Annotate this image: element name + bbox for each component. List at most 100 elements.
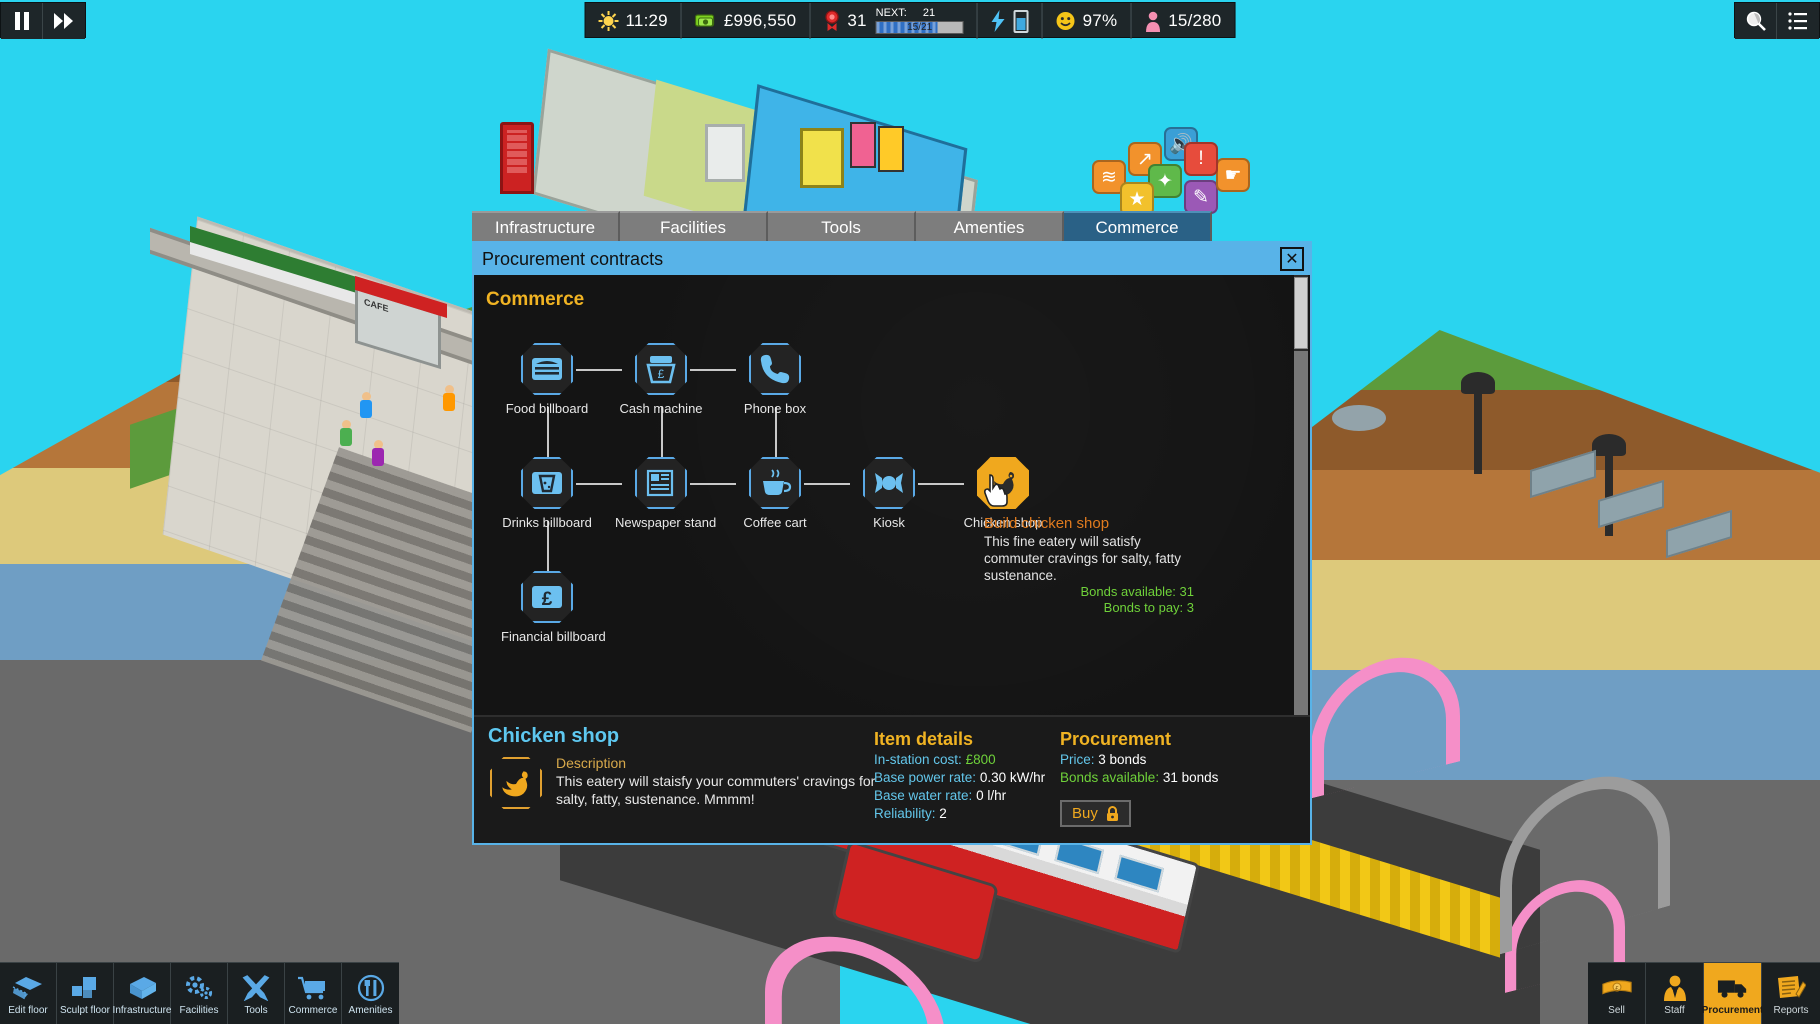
fast-forward-button[interactable] (43, 3, 85, 39)
toolbar-item-infrastructure[interactable]: Infrastructure (113, 963, 171, 1024)
scrollbar-thumb[interactable] (1294, 277, 1308, 349)
next-label: NEXT: (875, 7, 907, 19)
pedestrian (372, 440, 384, 466)
poster-object (878, 126, 904, 172)
chicken-icon (977, 457, 1029, 509)
block-icon (126, 973, 158, 1003)
search-icon (1746, 11, 1766, 31)
svg-text:£: £ (1615, 985, 1619, 992)
row-value: 0.30 kW/hr (979, 770, 1046, 785)
money-icon: £ (1601, 973, 1633, 1003)
node-label: Phone box (743, 401, 807, 416)
procurement-dialog: Infrastructure Facilities Tools Amenties… (472, 211, 1312, 845)
item-details-heading: Item details (874, 729, 974, 749)
tab-label: Amenties (953, 218, 1025, 237)
node-label: Food billboard (505, 401, 589, 416)
buy-button[interactable]: Buy (1060, 800, 1131, 827)
poster-object (850, 122, 876, 168)
procurement-column: Procurement Price: 3 bonds Bonds availab… (1060, 729, 1260, 827)
next-progress-bar: 15/21 (875, 21, 964, 34)
cash-icon (695, 14, 715, 27)
toolbar-item-procurement[interactable]: Procurement (1701, 963, 1764, 1024)
atm-icon: £ (635, 343, 687, 395)
node-coffee-cart[interactable]: Coffee cart (729, 457, 821, 530)
lightning-icon (991, 10, 1005, 32)
description-column: Description This eatery will staisfy you… (556, 755, 876, 808)
coffee-icon (749, 457, 801, 509)
toolbar-item-sculpt-floor[interactable]: Sculpt floor (57, 963, 114, 1024)
tab-tools[interactable]: Tools (768, 211, 916, 243)
smiley-icon (1056, 12, 1075, 30)
tooltip-title: Build chicken shop (984, 515, 1110, 532)
svg-text:£: £ (542, 589, 553, 610)
toolbar-label: Facilities (179, 1004, 219, 1016)
item-detail-row: In-station cost: £800 (874, 751, 1064, 768)
person-icon (1145, 11, 1160, 32)
node-financial-billboard[interactable]: £ Financial billboard (501, 571, 606, 644)
tooltip-body: This fine eatery will satisfy commuter c… (984, 534, 1182, 583)
row-key: Reliability: (874, 806, 936, 821)
row-key: In-station cost: (874, 752, 962, 767)
buy-button-label: Buy (1072, 805, 1098, 822)
item-tree-scroll-area: Commerce Food billboard £ Cash machine P… (474, 275, 1310, 715)
toolbar-item-sell[interactable]: £ Sell (1588, 963, 1646, 1024)
row-value: 3 bonds (1098, 752, 1147, 767)
next-progress-text: 15/21 (907, 22, 933, 33)
item-detail-row: Reliability: 2 (874, 805, 1064, 822)
tab-amenties[interactable]: Amenties (916, 211, 1064, 243)
passengers-stat: 15/280 (1131, 3, 1234, 39)
tab-commerce[interactable]: Commerce (1064, 211, 1212, 243)
row-key: Base water rate: (874, 788, 973, 803)
toolbar-label: Sculpt floor (59, 1004, 111, 1016)
tab-label: Facilities (659, 218, 727, 237)
toolbar-label: Amenities (348, 1004, 393, 1016)
tooltip-bonds-available: Bonds available: 31 (1080, 584, 1194, 599)
bottom-toolbar: Edit floor Sculpt floor Infrastructure F… (0, 962, 1820, 1024)
toolbar-item-reports[interactable]: Reports (1762, 963, 1820, 1024)
detail-item-name: Chicken shop (488, 725, 620, 747)
next-level-progress: NEXT: 21 15/21 (875, 3, 964, 39)
procurement-row: Bonds available: 31 bonds (1060, 769, 1260, 786)
tools-icon (240, 973, 272, 1003)
node-label: Financial billboard (501, 629, 606, 644)
toolbar-item-edit-floor[interactable]: Edit floor (0, 963, 57, 1024)
toolbar-label: Reports (1773, 1004, 1809, 1016)
toolbar-item-facilities[interactable]: Facilities (171, 963, 228, 1024)
dialog-tabs: Infrastructure Facilities Tools Amenties… (472, 211, 1212, 243)
menu-button[interactable] (1777, 3, 1819, 39)
node-food-billboard[interactable]: Food billboard (501, 343, 593, 416)
chicken-icon (490, 757, 542, 809)
street-lamp (1461, 372, 1495, 474)
award-icon (825, 10, 839, 31)
tab-facilities[interactable]: Facilities (620, 211, 768, 243)
prestige-stat: 31 NEXT: 21 15/21 (810, 3, 978, 39)
search-button[interactable] (1735, 3, 1777, 39)
scrollbar[interactable] (1294, 275, 1308, 715)
burger-icon (521, 343, 573, 395)
close-icon[interactable]: ✕ (1280, 247, 1304, 271)
node-phone-box[interactable]: Phone box (729, 343, 821, 416)
node-kiosk[interactable]: Kiosk (843, 457, 935, 530)
procurement-row: Price: 3 bonds (1060, 751, 1260, 768)
toolbar-item-staff[interactable]: Staff (1646, 963, 1704, 1024)
toolbar-item-tools[interactable]: Tools (228, 963, 285, 1024)
toolbar-item-commerce[interactable]: Commerce (285, 963, 342, 1024)
pause-button[interactable] (1, 3, 43, 39)
staff-icon (1659, 973, 1691, 1003)
cup-icon (521, 457, 573, 509)
list-menu-icon (1788, 12, 1807, 30)
scrollbar-track[interactable] (1294, 351, 1308, 715)
battery-icon (1013, 9, 1029, 33)
node-newspaper-stand[interactable]: Newspaper stand (615, 457, 716, 530)
management-toolbar: £ Sell Staff Procurement Reports (1588, 962, 1820, 1024)
lock-icon (1106, 805, 1118, 821)
svg-text:£: £ (658, 367, 665, 381)
gears-icon (183, 973, 215, 1003)
toolbar-item-amenities[interactable]: Amenities (342, 963, 399, 1024)
toolbar-label: Procurement (1701, 1004, 1764, 1016)
pedestrian (443, 385, 455, 411)
tab-infrastructure[interactable]: Infrastructure (472, 211, 620, 243)
node-drinks-billboard[interactable]: Drinks billboard (501, 457, 593, 530)
node-cash-machine[interactable]: £ Cash machine (615, 343, 707, 416)
candy-icon (863, 457, 915, 509)
